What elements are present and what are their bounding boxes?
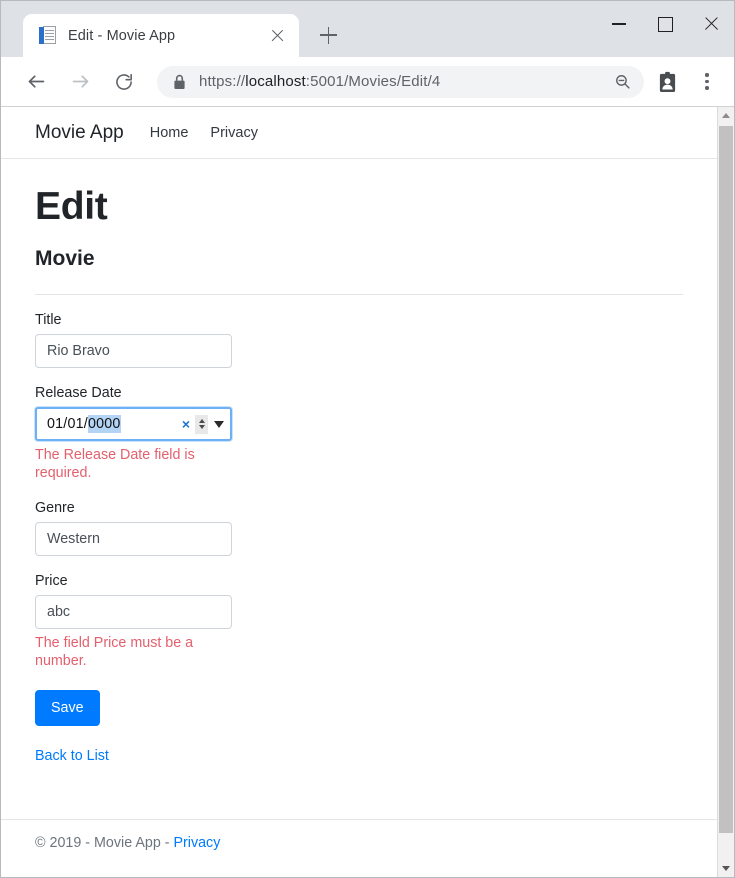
label-release-date: Release Date [35, 385, 683, 401]
page-title: Edit [35, 185, 683, 230]
arrow-right-icon[interactable] [63, 65, 97, 99]
label-genre: Genre [35, 500, 683, 516]
maximize-icon[interactable] [642, 1, 688, 47]
browser-tab[interactable]: Edit - Movie App [23, 14, 299, 57]
back-to-list-link[interactable]: Back to List [35, 748, 109, 764]
nav-link-privacy[interactable]: Privacy [210, 125, 258, 141]
calendar-dropdown-icon[interactable] [214, 421, 224, 428]
reload-icon[interactable] [107, 65, 141, 99]
title-input[interactable]: Rio Bravo [35, 334, 232, 368]
address-bar[interactable]: https://localhost:5001/Movies/Edit/4 [157, 66, 644, 98]
lock-icon [173, 74, 186, 90]
save-button[interactable]: Save [35, 690, 100, 726]
profile-badge-icon[interactable] [650, 65, 684, 99]
form-group-price: Price abc The field Price must be a numb… [35, 573, 683, 671]
save-button-row: Save [35, 670, 683, 726]
footer-copyright: © 2019 - Movie App - [35, 835, 173, 851]
page-container: Edit Movie Title Rio Bravo Release Date … [1, 185, 717, 765]
page-subtitle: Movie [35, 246, 683, 271]
up-down-spinner-icon[interactable] [195, 415, 208, 434]
tab-close-icon[interactable] [267, 25, 289, 47]
price-error: The field Price must be a number. [35, 634, 195, 671]
page-content: Movie App Home Privacy Edit Movie Title … [1, 107, 717, 877]
release-date-year-selection: 0000 [88, 415, 121, 433]
scrollbar-track[interactable] [718, 124, 734, 860]
page-footer: © 2019 - Movie App - Privacy [1, 819, 717, 877]
new-tab-button[interactable] [313, 20, 343, 50]
scrollbar-down-arrow[interactable] [718, 860, 734, 877]
browser-viewport: Movie App Home Privacy Edit Movie Title … [1, 106, 734, 877]
clear-x-icon[interactable]: × [179, 417, 193, 431]
browser-toolbar: https://localhost:5001/Movies/Edit/4 [1, 57, 734, 106]
page-scrollbar[interactable] [717, 107, 734, 877]
section-divider [35, 294, 683, 295]
footer-text: © 2019 - Movie App - Privacy [35, 835, 220, 851]
tab-title: Edit - Movie App [68, 28, 261, 44]
label-price: Price [35, 573, 683, 589]
arrow-left-icon[interactable] [19, 65, 53, 99]
genre-input[interactable]: Western [35, 522, 232, 556]
footer-privacy-link[interactable]: Privacy [173, 835, 220, 851]
nav-link-home[interactable]: Home [150, 125, 189, 141]
three-dots-menu-icon[interactable] [690, 65, 724, 99]
release-date-value: 01/01/0000 [47, 416, 121, 432]
scrollbar-thumb[interactable] [719, 126, 733, 833]
window-close-icon[interactable] [688, 1, 734, 47]
release-date-controls: × [179, 415, 224, 434]
form-group-title: Title Rio Bravo [35, 312, 683, 368]
site-navbar: Movie App Home Privacy [1, 107, 717, 159]
scrollbar-up-arrow[interactable] [718, 107, 734, 124]
back-link-row: Back to List [35, 726, 683, 765]
release-date-error: The Release Date field is required. [35, 446, 195, 483]
window-controls [596, 1, 734, 47]
label-title: Title [35, 312, 683, 328]
form-group-genre: Genre Western [35, 500, 683, 556]
zoom-out-icon[interactable] [608, 68, 636, 96]
release-date-input[interactable]: 01/01/0000 × [35, 407, 232, 441]
minimize-icon[interactable] [596, 1, 642, 47]
form-group-release-date: Release Date 01/01/0000 × The Release Da… [35, 385, 683, 483]
url-text: https://localhost:5001/Movies/Edit/4 [199, 73, 608, 90]
browser-window: Edit - Movie App [0, 0, 735, 878]
tab-strip: Edit - Movie App [1, 1, 734, 57]
document-icon [39, 26, 56, 45]
price-input[interactable]: abc [35, 595, 232, 629]
navbar-brand[interactable]: Movie App [35, 122, 124, 144]
